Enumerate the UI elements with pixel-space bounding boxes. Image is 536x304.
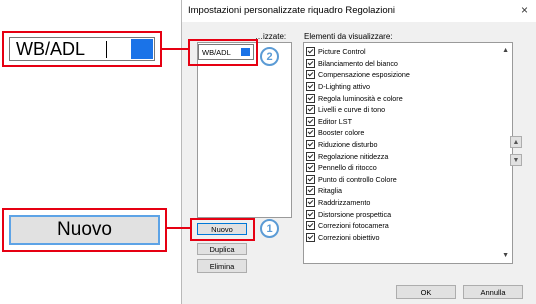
elements-label: Elementi da visualizzare: xyxy=(304,32,393,41)
ok-button[interactable]: OK xyxy=(396,285,456,299)
elements-items: Picture Control Bilanciamento del bianco C… xyxy=(306,46,410,243)
checkbox[interactable] xyxy=(306,232,315,242)
list-item-label: Bilanciamento del bianco xyxy=(318,58,398,68)
scroll-down-icon[interactable]: ▼ xyxy=(502,252,509,259)
step-1-badge: 1 xyxy=(260,219,279,238)
move-up-button[interactable]: ▲ xyxy=(510,136,522,148)
list-item[interactable]: D-Lighting attivo xyxy=(306,81,410,93)
checkbox[interactable] xyxy=(306,151,315,161)
checkbox[interactable] xyxy=(306,221,315,231)
zoomed-field-inset: WB/ADL xyxy=(2,31,162,67)
list-item-label: Distorsione prospettica xyxy=(318,209,392,219)
scroll-up-icon[interactable]: ▲ xyxy=(502,47,509,54)
duplicate-button[interactable]: Duplica xyxy=(197,243,247,255)
list-item-label: Correzioni fotocamera xyxy=(318,221,389,231)
zoomed-selection xyxy=(131,39,153,59)
list-item[interactable]: Raddrizzamento xyxy=(306,197,410,209)
checkbox[interactable] xyxy=(306,198,315,208)
list-item[interactable]: Correzioni obiettivo xyxy=(306,232,410,244)
list-item-label: Raddrizzamento xyxy=(318,198,371,208)
list-item[interactable]: Ritaglia xyxy=(306,185,410,197)
list-item[interactable]: Compensazione esposizione xyxy=(306,69,410,81)
list-item[interactable]: Booster colore xyxy=(306,127,410,139)
list-item-label: Picture Control xyxy=(318,47,366,57)
list-item[interactable]: Regolazione nitidezza xyxy=(306,150,410,162)
list-item-label: Riduzione disturbo xyxy=(318,140,378,150)
presets-label: …izzate: xyxy=(255,32,287,41)
delete-button[interactable]: Elimina xyxy=(197,259,247,273)
step-2-badge: 2 xyxy=(260,47,279,66)
zoomed-field: WB/ADL xyxy=(9,37,155,61)
zoomed-field-text: WB/ADL xyxy=(16,39,86,59)
title-bar: Impostazioni personalizzate riquadro Reg… xyxy=(182,0,536,22)
checkbox[interactable] xyxy=(306,47,315,57)
zoomed-new-button: Nuovo xyxy=(9,215,160,245)
list-item[interactable]: Distorsione prospettica xyxy=(306,208,410,220)
checkbox[interactable] xyxy=(306,163,315,173)
list-item[interactable]: Bilanciamento del bianco xyxy=(306,58,410,70)
new-button-highlight-box xyxy=(190,218,255,241)
list-item-label: Punto di controllo Colore xyxy=(318,174,397,184)
list-item[interactable]: Livelli e curve di tono xyxy=(306,104,410,116)
checkbox[interactable] xyxy=(306,186,315,196)
checkbox[interactable] xyxy=(306,209,315,219)
button-connector-line xyxy=(167,227,190,229)
list-item-label: Regolazione nitidezza xyxy=(318,151,389,161)
list-item-label: Booster colore xyxy=(318,128,365,138)
list-item-label: Compensazione esposizione xyxy=(318,70,410,80)
dialog-title: Impostazioni personalizzate riquadro Reg… xyxy=(188,5,396,16)
list-item-label: Regola luminosità e colore xyxy=(318,93,403,103)
list-item-label: D-Lighting attivo xyxy=(318,82,370,92)
list-item[interactable]: Pennello di ritocco xyxy=(306,162,410,174)
list-item[interactable]: Editor LST xyxy=(306,116,410,128)
list-item-label: Livelli e curve di tono xyxy=(318,105,386,115)
list-item[interactable]: Picture Control xyxy=(306,46,410,58)
checkbox[interactable] xyxy=(306,116,315,126)
list-item-label: Ritaglia xyxy=(318,186,342,196)
move-down-button[interactable]: ▼ xyxy=(510,154,522,166)
list-item-label: Editor LST xyxy=(318,116,352,126)
list-item[interactable]: Correzioni fotocamera xyxy=(306,220,410,232)
list-item-label: Pennello di ritocco xyxy=(318,163,377,173)
list-item[interactable]: Punto di controllo Colore xyxy=(306,174,410,186)
checkbox[interactable] xyxy=(306,174,315,184)
field-connector-line xyxy=(162,48,188,50)
checkbox[interactable] xyxy=(306,70,315,80)
close-icon[interactable]: × xyxy=(521,3,528,17)
checkbox[interactable] xyxy=(306,105,315,115)
checkbox[interactable] xyxy=(306,93,315,103)
text-cursor xyxy=(106,41,107,58)
presets-list[interactable] xyxy=(197,42,292,218)
elements-list[interactable]: Picture Control Bilanciamento del bianco C… xyxy=(303,42,513,264)
checkbox[interactable] xyxy=(306,140,315,150)
checkbox[interactable] xyxy=(306,128,315,138)
list-item[interactable]: Regola luminosità e colore xyxy=(306,92,410,104)
zoomed-button-inset: Nuovo xyxy=(2,208,167,252)
cancel-button[interactable]: Annulla xyxy=(463,285,523,299)
field-highlight-box xyxy=(188,39,258,66)
list-item-label: Correzioni obiettivo xyxy=(318,232,380,242)
checkbox[interactable] xyxy=(306,82,315,92)
list-item[interactable]: Riduzione disturbo xyxy=(306,139,410,151)
checkbox[interactable] xyxy=(306,58,315,68)
